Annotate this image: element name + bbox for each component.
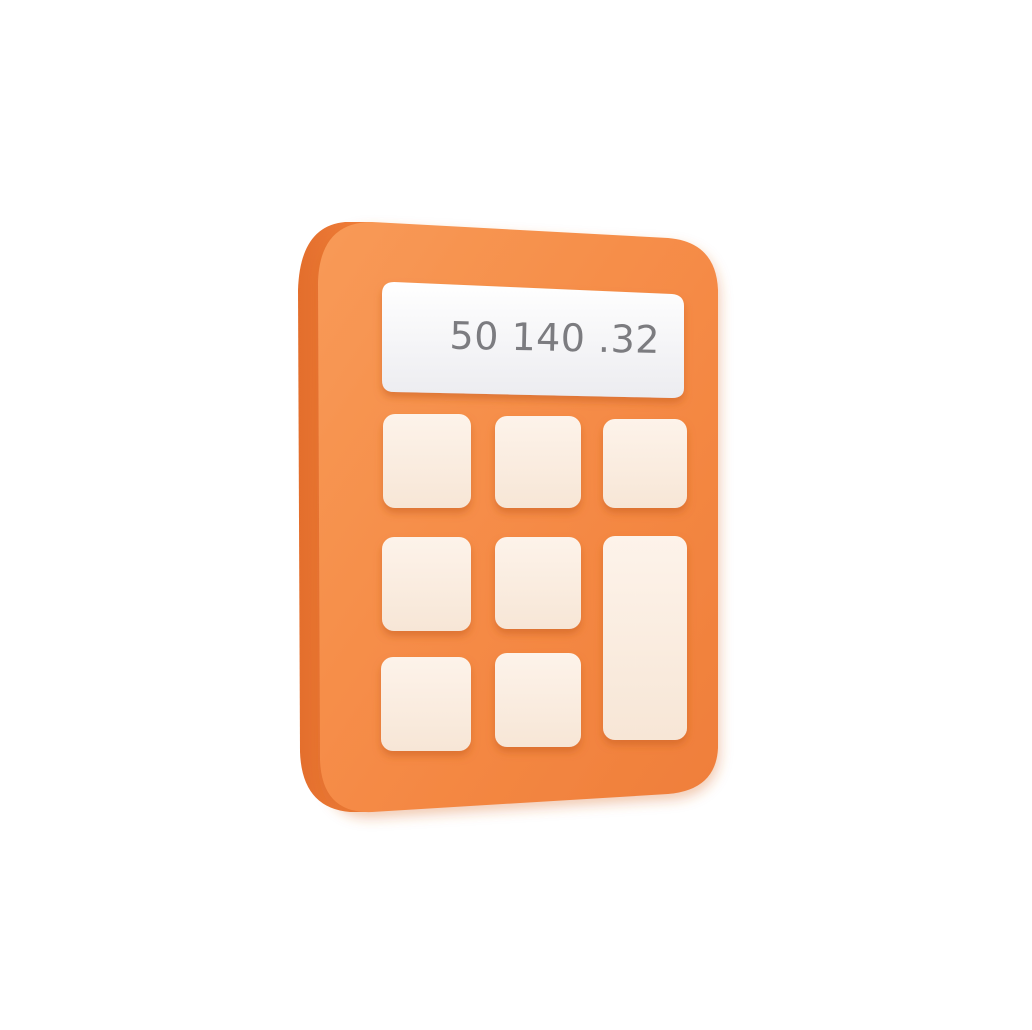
key-row2-col1[interactable] xyxy=(382,537,471,631)
key-row3-col2[interactable] xyxy=(495,653,581,747)
key-row3-col1[interactable] xyxy=(381,657,471,751)
display-value: 50 140 .32 xyxy=(449,313,661,362)
key-row1-col1[interactable] xyxy=(383,414,471,508)
calculator-icon xyxy=(298,222,718,813)
key-row1-col2[interactable] xyxy=(495,416,581,508)
key-row2-col2[interactable] xyxy=(495,537,581,629)
key-row1-col3[interactable] xyxy=(603,419,687,508)
calculator-illustration: 50 140 .32 xyxy=(0,0,1032,1026)
key-tall[interactable] xyxy=(603,536,687,740)
